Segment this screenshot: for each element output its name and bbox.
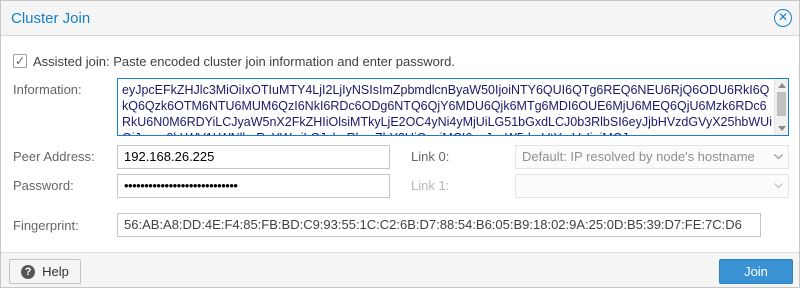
peer-address-label: Peer Address: (13, 149, 95, 164)
password-label: Password: (13, 178, 74, 193)
join-button[interactable]: Join (719, 259, 793, 284)
link0-value: Default: IP resolved by node's hostname (522, 149, 755, 164)
fingerprint-field[interactable]: 56:AB:A8:DD:4E:F4:85:FB:BD:C9:93:55:1C:C… (117, 213, 761, 237)
help-button[interactable]: ? Help (9, 259, 81, 284)
fingerprint-label: Fingerprint: (13, 218, 79, 233)
link0-label: Link 0: (411, 149, 450, 164)
close-icon[interactable]: ✕ (774, 9, 792, 27)
scroll-thumb[interactable] (777, 92, 786, 116)
scroll-down-arrow-icon[interactable] (778, 126, 786, 131)
assisted-join-row[interactable]: ✓ Assisted join: Paste encoded cluster j… (13, 53, 455, 69)
link0-combobox[interactable]: Default: IP resolved by node's hostname (515, 145, 789, 169)
chevron-down-icon[interactable] (774, 183, 783, 191)
chevron-down-icon[interactable] (774, 154, 783, 162)
information-label: Information: (13, 82, 82, 97)
cluster-join-dialog: Cluster Join ✕ ✓ Assisted join: Paste en… (0, 0, 800, 288)
link1-combobox[interactable] (515, 174, 789, 198)
dialog-title: Cluster Join (11, 10, 91, 27)
information-value[interactable]: eyJpcEFkZHJlc3MiOiIxOTIuMTY4LjI2LjIyNSIs… (122, 82, 774, 135)
question-icon: ? (21, 264, 36, 279)
dialog-footer: ? Help Join (1, 252, 799, 287)
peer-address-input[interactable]: 192.168.26.225 (117, 145, 390, 169)
title-bar: Cluster Join ✕ (1, 1, 799, 36)
scroll-up-arrow-icon[interactable] (778, 83, 786, 88)
assisted-join-label: Assisted join: Paste encoded cluster joi… (33, 53, 456, 69)
information-textarea[interactable]: eyJpcEFkZHJlc3MiOiIxOTIuMTY4LjI2LjIyNSIs… (117, 78, 789, 136)
password-input[interactable]: •••••••••••••••••••••••••••• (117, 174, 390, 198)
help-button-label: Help (42, 264, 69, 279)
information-scrollbar[interactable] (774, 79, 788, 135)
assisted-join-checkbox[interactable]: ✓ (13, 54, 27, 68)
link1-label: Link 1: (411, 178, 450, 193)
